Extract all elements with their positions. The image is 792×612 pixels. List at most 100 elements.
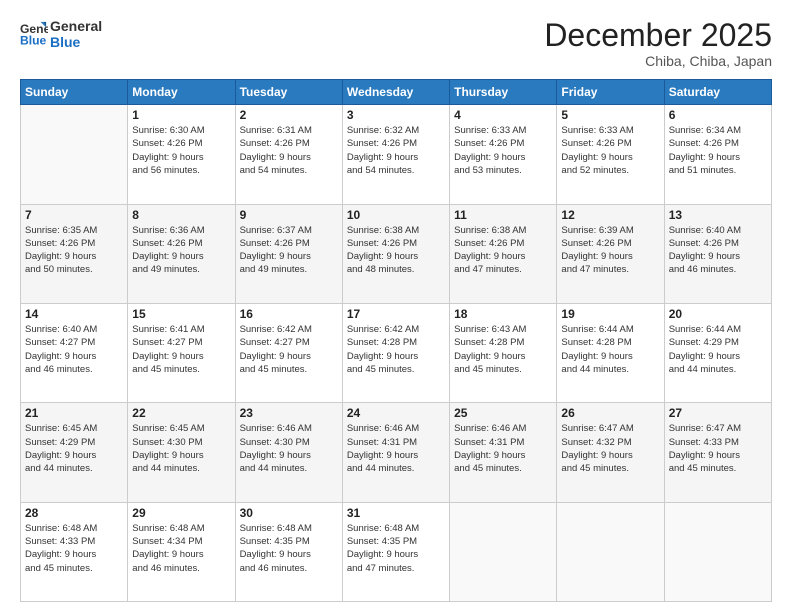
weekday-header: Wednesday xyxy=(342,80,449,105)
day-number: 7 xyxy=(25,208,123,222)
cell-info: Sunset: 4:26 PM xyxy=(454,237,552,250)
calendar-cell xyxy=(450,502,557,601)
cell-info: Sunset: 4:33 PM xyxy=(669,436,767,449)
calendar-cell: 31Sunrise: 6:48 AMSunset: 4:35 PMDayligh… xyxy=(342,502,449,601)
cell-info: Daylight: 9 hours xyxy=(240,250,338,263)
calendar-cell: 23Sunrise: 6:46 AMSunset: 4:30 PMDayligh… xyxy=(235,403,342,502)
calendar-cell: 1Sunrise: 6:30 AMSunset: 4:26 PMDaylight… xyxy=(128,105,235,204)
cell-info: Daylight: 9 hours xyxy=(240,151,338,164)
cell-info: Daylight: 9 hours xyxy=(25,548,123,561)
calendar-cell: 16Sunrise: 6:42 AMSunset: 4:27 PMDayligh… xyxy=(235,303,342,402)
day-number: 1 xyxy=(132,108,230,122)
page: General Blue General Blue December 2025 … xyxy=(0,0,792,612)
cell-info: Sunrise: 6:46 AM xyxy=(347,422,445,435)
calendar-week-row: 1Sunrise: 6:30 AMSunset: 4:26 PMDaylight… xyxy=(21,105,772,204)
cell-info: Daylight: 9 hours xyxy=(669,449,767,462)
cell-info: Daylight: 9 hours xyxy=(347,548,445,561)
cell-info: Sunset: 4:34 PM xyxy=(132,535,230,548)
cell-info: Daylight: 9 hours xyxy=(561,151,659,164)
cell-info: Sunrise: 6:48 AM xyxy=(132,522,230,535)
cell-info: Sunrise: 6:39 AM xyxy=(561,224,659,237)
cell-info: Daylight: 9 hours xyxy=(347,449,445,462)
logo-icon: General Blue xyxy=(20,20,48,48)
cell-info: Sunrise: 6:44 AM xyxy=(561,323,659,336)
calendar-cell: 5Sunrise: 6:33 AMSunset: 4:26 PMDaylight… xyxy=(557,105,664,204)
calendar-cell: 26Sunrise: 6:47 AMSunset: 4:32 PMDayligh… xyxy=(557,403,664,502)
cell-info: Sunrise: 6:44 AM xyxy=(669,323,767,336)
cell-info: Daylight: 9 hours xyxy=(454,151,552,164)
cell-info: Sunrise: 6:43 AM xyxy=(454,323,552,336)
cell-info: Sunset: 4:27 PM xyxy=(132,336,230,349)
calendar-cell: 19Sunrise: 6:44 AMSunset: 4:28 PMDayligh… xyxy=(557,303,664,402)
cell-info: Daylight: 9 hours xyxy=(132,350,230,363)
location: Chiba, Chiba, Japan xyxy=(544,53,772,69)
cell-info: Sunset: 4:26 PM xyxy=(132,237,230,250)
cell-info: Daylight: 9 hours xyxy=(561,250,659,263)
calendar-cell: 28Sunrise: 6:48 AMSunset: 4:33 PMDayligh… xyxy=(21,502,128,601)
cell-info: and 45 minutes. xyxy=(561,462,659,475)
day-number: 29 xyxy=(132,506,230,520)
cell-info: and 44 minutes. xyxy=(669,363,767,376)
cell-info: Daylight: 9 hours xyxy=(25,350,123,363)
cell-info: Sunset: 4:26 PM xyxy=(132,137,230,150)
cell-info: Sunrise: 6:47 AM xyxy=(561,422,659,435)
cell-info: Sunset: 4:26 PM xyxy=(347,237,445,250)
weekday-header: Thursday xyxy=(450,80,557,105)
cell-info: and 45 minutes. xyxy=(25,562,123,575)
cell-info: Sunrise: 6:46 AM xyxy=(240,422,338,435)
calendar-cell: 2Sunrise: 6:31 AMSunset: 4:26 PMDaylight… xyxy=(235,105,342,204)
day-number: 9 xyxy=(240,208,338,222)
cell-info: Sunset: 4:26 PM xyxy=(454,137,552,150)
day-number: 28 xyxy=(25,506,123,520)
cell-info: Sunrise: 6:35 AM xyxy=(25,224,123,237)
day-number: 10 xyxy=(347,208,445,222)
cell-info: Daylight: 9 hours xyxy=(454,250,552,263)
cell-info: Sunset: 4:26 PM xyxy=(240,237,338,250)
day-number: 27 xyxy=(669,406,767,420)
calendar-table: SundayMondayTuesdayWednesdayThursdayFrid… xyxy=(20,79,772,602)
day-number: 24 xyxy=(347,406,445,420)
cell-info: Daylight: 9 hours xyxy=(669,350,767,363)
cell-info: Sunrise: 6:30 AM xyxy=(132,124,230,137)
calendar-cell: 14Sunrise: 6:40 AMSunset: 4:27 PMDayligh… xyxy=(21,303,128,402)
cell-info: and 47 minutes. xyxy=(454,263,552,276)
cell-info: Sunrise: 6:48 AM xyxy=(240,522,338,535)
cell-info: Sunset: 4:27 PM xyxy=(25,336,123,349)
cell-info: and 54 minutes. xyxy=(347,164,445,177)
cell-info: Daylight: 9 hours xyxy=(669,250,767,263)
cell-info: Daylight: 9 hours xyxy=(25,250,123,263)
title-block: December 2025 Chiba, Chiba, Japan xyxy=(544,18,772,69)
cell-info: and 46 minutes. xyxy=(25,363,123,376)
cell-info: Sunset: 4:26 PM xyxy=(561,137,659,150)
cell-info: Sunset: 4:28 PM xyxy=(561,336,659,349)
calendar-cell: 24Sunrise: 6:46 AMSunset: 4:31 PMDayligh… xyxy=(342,403,449,502)
day-number: 23 xyxy=(240,406,338,420)
cell-info: Sunset: 4:33 PM xyxy=(25,535,123,548)
cell-info: Sunrise: 6:40 AM xyxy=(25,323,123,336)
calendar-cell: 6Sunrise: 6:34 AMSunset: 4:26 PMDaylight… xyxy=(664,105,771,204)
calendar-week-row: 7Sunrise: 6:35 AMSunset: 4:26 PMDaylight… xyxy=(21,204,772,303)
cell-info: and 44 minutes. xyxy=(132,462,230,475)
cell-info: and 45 minutes. xyxy=(132,363,230,376)
cell-info: and 46 minutes. xyxy=(669,263,767,276)
cell-info: Sunrise: 6:42 AM xyxy=(347,323,445,336)
calendar-cell: 9Sunrise: 6:37 AMSunset: 4:26 PMDaylight… xyxy=(235,204,342,303)
weekday-header: Tuesday xyxy=(235,80,342,105)
cell-info: Daylight: 9 hours xyxy=(347,250,445,263)
cell-info: and 44 minutes. xyxy=(240,462,338,475)
cell-info: and 47 minutes. xyxy=(561,263,659,276)
day-number: 12 xyxy=(561,208,659,222)
calendar-cell xyxy=(21,105,128,204)
cell-info: Sunrise: 6:31 AM xyxy=(240,124,338,137)
cell-info: Daylight: 9 hours xyxy=(561,449,659,462)
cell-info: and 52 minutes. xyxy=(561,164,659,177)
cell-info: Daylight: 9 hours xyxy=(240,548,338,561)
cell-info: Sunset: 4:30 PM xyxy=(132,436,230,449)
calendar-cell xyxy=(557,502,664,601)
calendar-cell: 8Sunrise: 6:36 AMSunset: 4:26 PMDaylight… xyxy=(128,204,235,303)
day-number: 31 xyxy=(347,506,445,520)
cell-info: Daylight: 9 hours xyxy=(132,449,230,462)
cell-info: Sunrise: 6:45 AM xyxy=(132,422,230,435)
cell-info: and 45 minutes. xyxy=(240,363,338,376)
calendar-cell: 7Sunrise: 6:35 AMSunset: 4:26 PMDaylight… xyxy=(21,204,128,303)
